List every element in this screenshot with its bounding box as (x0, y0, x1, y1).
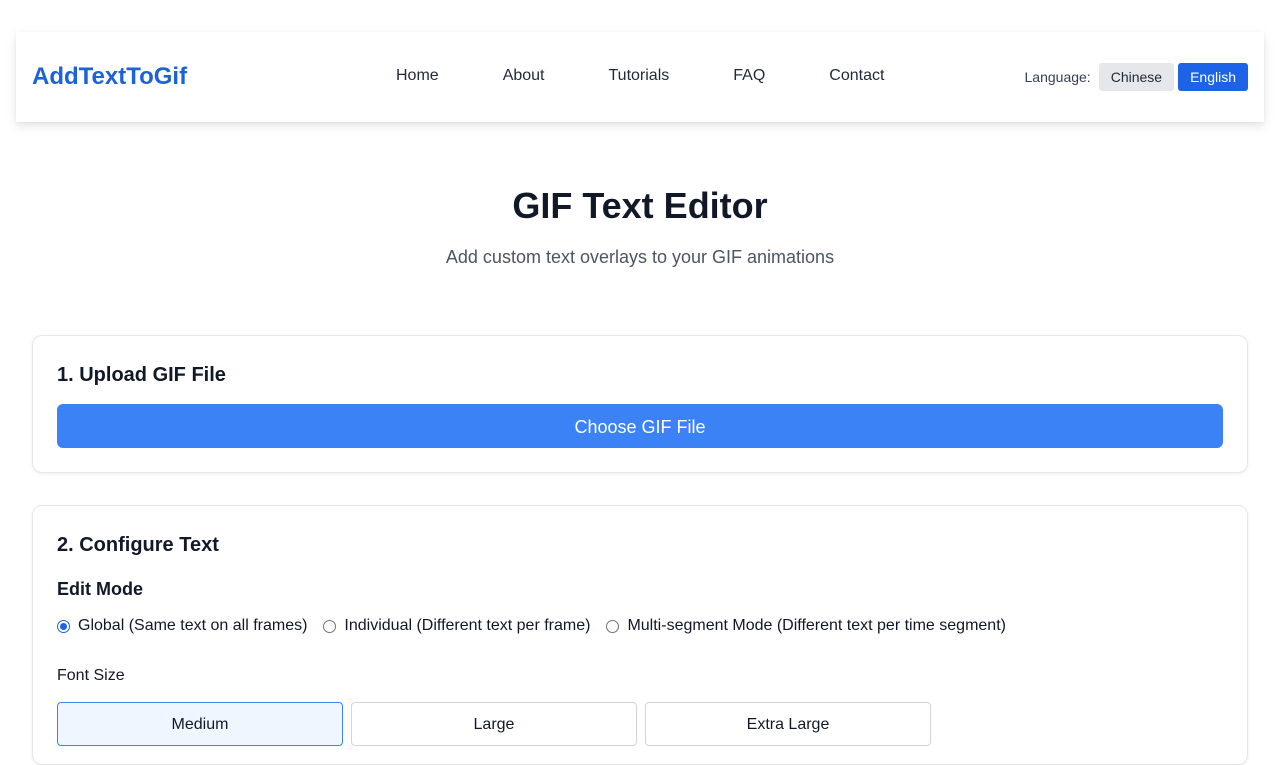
edit-mode-radio-group: Global (Same text on all frames) Individ… (57, 616, 1022, 636)
nav-about-link[interactable]: About (503, 66, 545, 86)
language-switcher: Language: Chinese English (1025, 63, 1248, 91)
nav-home-link[interactable]: Home (396, 66, 439, 86)
page-subtitle: Add custom text overlays to your GIF ani… (445, 247, 835, 267)
nav-contact-link[interactable]: Contact (829, 66, 884, 86)
main-nav: Home About Tutorials FAQ Contact (396, 66, 884, 86)
font-size-options: Medium Large Extra Large (57, 702, 939, 746)
radio-individual[interactable] (323, 619, 337, 633)
radio-individual-label: Individual (Different text per frame) (344, 617, 591, 634)
font-size-medium-button[interactable]: Medium (57, 702, 343, 746)
language-label: Language: (1024, 69, 1091, 85)
page-title: GIF Text Editor (512, 185, 768, 226)
radio-multisegment-label: Multi-segment Mode (Different text per t… (627, 617, 1006, 634)
choose-gif-file-button[interactable]: Choose GIF File (57, 404, 1223, 448)
edit-mode-global-option[interactable]: Global (Same text on all frames) (57, 616, 307, 636)
font-size-label: Font Size (57, 667, 125, 684)
configure-card-title: 2. Configure Text (57, 534, 219, 556)
upload-card: 1. Upload GIF File Choose GIF File (32, 335, 1248, 473)
language-chinese-button[interactable]: Chinese (1098, 63, 1175, 91)
edit-mode-multisegment-option[interactable]: Multi-segment Mode (Different text per t… (606, 616, 1006, 636)
font-size-extra-large-button[interactable]: Extra Large (645, 702, 931, 746)
nav-tutorials-link[interactable]: Tutorials (609, 66, 670, 86)
nav-faq-link[interactable]: FAQ (733, 66, 765, 86)
upload-card-title: 1. Upload GIF File (57, 364, 226, 386)
top-navbar: AddTextToGif Home About Tutorials FAQ Co… (16, 32, 1264, 122)
edit-mode-individual-option[interactable]: Individual (Different text per frame) (323, 616, 590, 636)
brand-logo-link[interactable]: AddTextToGif (32, 63, 187, 91)
language-english-button[interactable]: English (1178, 63, 1248, 91)
radio-global-label: Global (Same text on all frames) (78, 617, 308, 634)
radio-global[interactable] (57, 619, 70, 633)
radio-multisegment[interactable] (606, 619, 620, 633)
edit-mode-title: Edit Mode (57, 579, 143, 599)
font-size-large-button[interactable]: Large (351, 702, 637, 746)
configure-text-card: 2. Configure Text Edit Mode Global (Same… (32, 505, 1248, 765)
